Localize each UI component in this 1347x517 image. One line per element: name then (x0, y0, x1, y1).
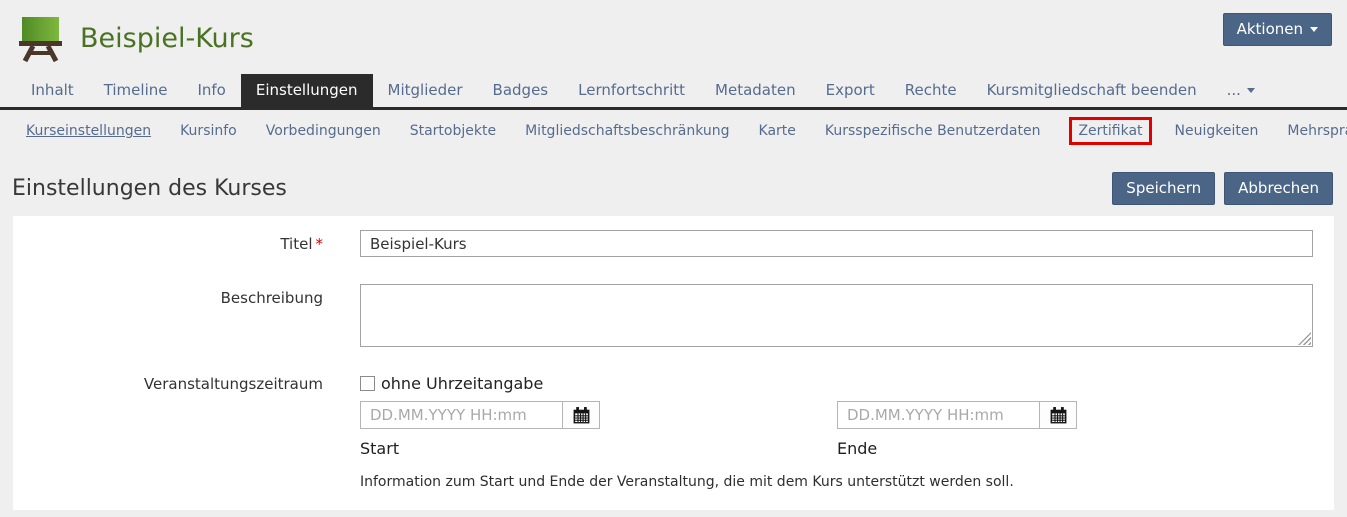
tab-item[interactable]: Einstellungen (241, 74, 373, 107)
main-tab-bar: Inhalt Timeline Info Einstellungen Mitgl… (0, 74, 1347, 110)
subtab-item[interactable]: Mehrsprachigkeit (1287, 123, 1347, 139)
calendar-icon (572, 406, 591, 425)
cancel-button[interactable]: Abbrechen (1224, 172, 1333, 205)
description-row: Beschreibung (13, 284, 1313, 347)
tab-item[interactable]: Metadaten (700, 74, 811, 107)
section-heading-row: Einstellungen des Kurses Speichern Abbre… (0, 151, 1347, 216)
start-date-input[interactable] (360, 401, 563, 429)
event-period-row: Veranstaltungszeitraum ohne Uhrzeitangab… (13, 374, 1313, 490)
start-date-group (360, 401, 600, 429)
page-title: Einstellungen des Kurses (12, 176, 287, 201)
tab-item[interactable]: Lernfortschritt (563, 74, 700, 107)
settings-form: Titel* Beschreibung Veranstaltungszeitra… (13, 216, 1334, 510)
form-action-buttons: Speichern Abbrechen (1112, 172, 1333, 205)
subtab-bar: Kurseinstellungen Kursinfo Vorbedingunge… (0, 110, 1347, 151)
subtab-item[interactable]: Kursinfo (180, 123, 237, 139)
date-labels-row: Start Ende (360, 439, 1313, 458)
start-calendar-button[interactable] (563, 401, 600, 429)
subtab-item[interactable]: Zertifikat (1069, 117, 1151, 145)
end-date-group (837, 401, 1077, 429)
end-date-input[interactable] (837, 401, 1040, 429)
subtab-item[interactable]: Kursspezifische Benutzerdaten (825, 123, 1041, 139)
tab-item[interactable]: Kursmitgliedschaft beenden (972, 74, 1212, 107)
title-label: Titel* (13, 230, 323, 257)
title-input[interactable] (360, 230, 1313, 257)
subtab-item[interactable]: Startobjekte (410, 123, 496, 139)
period-info-text: Information zum Start und Ende der Veran… (360, 474, 1313, 490)
end-calendar-button[interactable] (1040, 401, 1077, 429)
no-time-option[interactable]: ohne Uhrzeitangabe (360, 374, 1313, 393)
course-header: Beispiel-Kurs Aktionen (0, 0, 1347, 70)
title-row: Titel* (13, 230, 1313, 257)
subtab-item[interactable]: Karte (759, 123, 796, 139)
calendar-icon (1049, 406, 1068, 425)
subtab-item[interactable]: Neuigkeiten (1175, 123, 1259, 139)
tab-item[interactable]: Info (182, 74, 240, 107)
event-period-label: Veranstaltungszeitraum (13, 374, 323, 490)
start-label: Start (360, 439, 837, 458)
subtab-item[interactable]: Vorbedingungen (266, 123, 381, 139)
tab-item[interactable]: Timeline (89, 74, 183, 107)
tab-item[interactable]: ... (1212, 74, 1270, 107)
save-button[interactable]: Speichern (1112, 172, 1215, 205)
no-time-label: ohne Uhrzeitangabe (381, 374, 543, 393)
date-inputs-row (360, 401, 1313, 429)
tab-item[interactable]: Badges (478, 74, 564, 107)
tab-item[interactable]: Inhalt (16, 74, 89, 107)
tab-item[interactable]: Rechte (890, 74, 972, 107)
chevron-down-icon (1310, 27, 1318, 32)
description-label: Beschreibung (13, 284, 323, 347)
end-label: Ende (837, 439, 877, 458)
subtab-item[interactable]: Mitgliedschaftsbeschränkung (525, 123, 729, 139)
description-textarea[interactable] (360, 284, 1313, 347)
tab-item[interactable]: Mitglieder (373, 74, 478, 107)
actions-button[interactable]: Aktionen (1223, 13, 1332, 46)
course-icon (17, 15, 63, 62)
subtab-item[interactable]: Kurseinstellungen (26, 123, 151, 139)
no-time-checkbox[interactable] (360, 376, 375, 391)
chevron-down-icon (1247, 88, 1255, 93)
required-marker: * (316, 235, 324, 253)
course-title: Beispiel-Kurs (80, 23, 254, 54)
tab-item[interactable]: Export (811, 74, 890, 107)
